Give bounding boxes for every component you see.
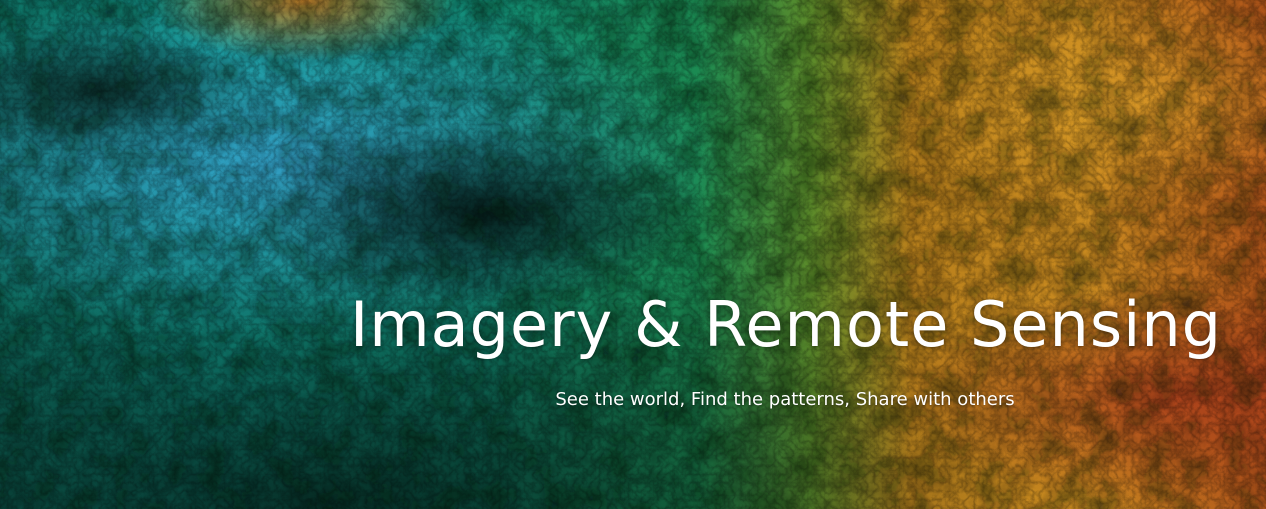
hero-text-block: Imagery & Remote Sensing See the world, … [350,282,1223,412]
hero-banner: Imagery & Remote Sensing See the world, … [0,0,1266,509]
satellite-terrain-image [0,0,1266,509]
page-title: Imagery & Remote Sensing [350,288,1223,361]
page-subtitle: See the world, Find the patterns, Share … [555,389,1015,410]
